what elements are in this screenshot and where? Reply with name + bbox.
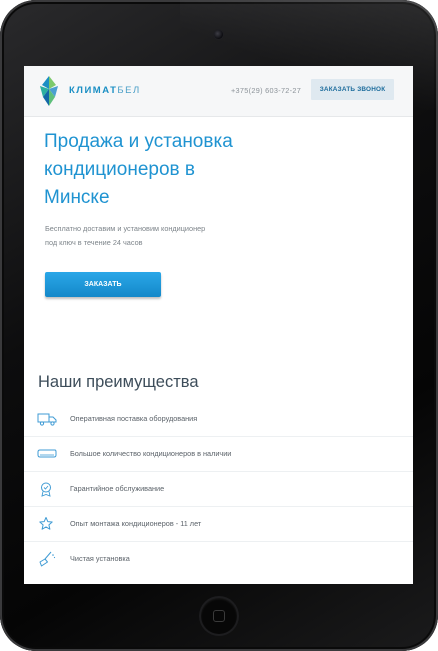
star-icon: [39, 517, 53, 530]
advantage-item: Большое количество кондиционеров в налич…: [24, 436, 413, 472]
hero-subtitle-line-1: Бесплатно доставим и установим кондицион…: [45, 224, 206, 233]
hero-title-line-3: Минске: [44, 187, 110, 208]
advantage-label: Оперативная поставка оборудования: [70, 414, 198, 423]
badge-icon: [41, 482, 51, 497]
logo-leaf-icon[interactable]: [37, 75, 61, 107]
callback-button[interactable]: ЗАКАЗАТЬ ЗВОНОК: [311, 79, 394, 100]
advantage-label: Чистая установка: [70, 554, 130, 563]
order-button[interactable]: ЗАКАЗАТЬ: [45, 272, 161, 297]
front-camera: [214, 30, 223, 39]
advantage-item: Опыт монтажа кондиционеров - 11 лет: [24, 506, 413, 542]
home-button-icon: [213, 610, 225, 622]
advantage-item: Оперативная поставка оборудования: [24, 401, 413, 437]
hero-subtitle-line-2: под ключ в течение 24 часов: [45, 237, 143, 247]
advantages-title: Наши преимущества: [38, 373, 199, 391]
air-conditioner-icon: [37, 449, 57, 458]
hero-title-line-1: Продажа и установка: [44, 131, 233, 152]
hero-title: Продажа и установка кондиционеров в Минс…: [44, 128, 304, 212]
truck-icon: [37, 413, 57, 426]
hero-subtitle: Бесплатно доставим и установим кондицион…: [45, 222, 265, 249]
logo-text[interactable]: КЛИМАТБЕЛ: [69, 85, 141, 96]
advantage-label: Опыт монтажа кондиционеров - 11 лет: [70, 519, 202, 528]
advantage-item: Чистая установка: [24, 541, 413, 576]
advantage-label: Большое количество кондиционеров в налич…: [70, 449, 232, 458]
hero-title-line-2: кондиционеров в: [44, 159, 196, 180]
broom-icon: [39, 551, 56, 567]
logo-main: КЛИМАТ: [69, 85, 118, 96]
home-button[interactable]: [201, 598, 237, 634]
phone-number[interactable]: +375(29) 603-72-27: [231, 86, 301, 95]
site-header: КЛИМАТБЕЛ +375(29) 603-72-27 ЗАКАЗАТЬ ЗВ…: [24, 66, 413, 117]
advantage-label: Гарантийное обслуживание: [70, 484, 165, 493]
device-screen: КЛИМАТБЕЛ +375(29) 603-72-27 ЗАКАЗАТЬ ЗВ…: [24, 66, 413, 584]
logo-suffix: БЕЛ: [117, 85, 141, 96]
tablet-frame: КЛИМАТБЕЛ +375(29) 603-72-27 ЗАКАЗАТЬ ЗВ…: [0, 0, 438, 651]
advantage-item: Гарантийное обслуживание: [24, 471, 413, 507]
